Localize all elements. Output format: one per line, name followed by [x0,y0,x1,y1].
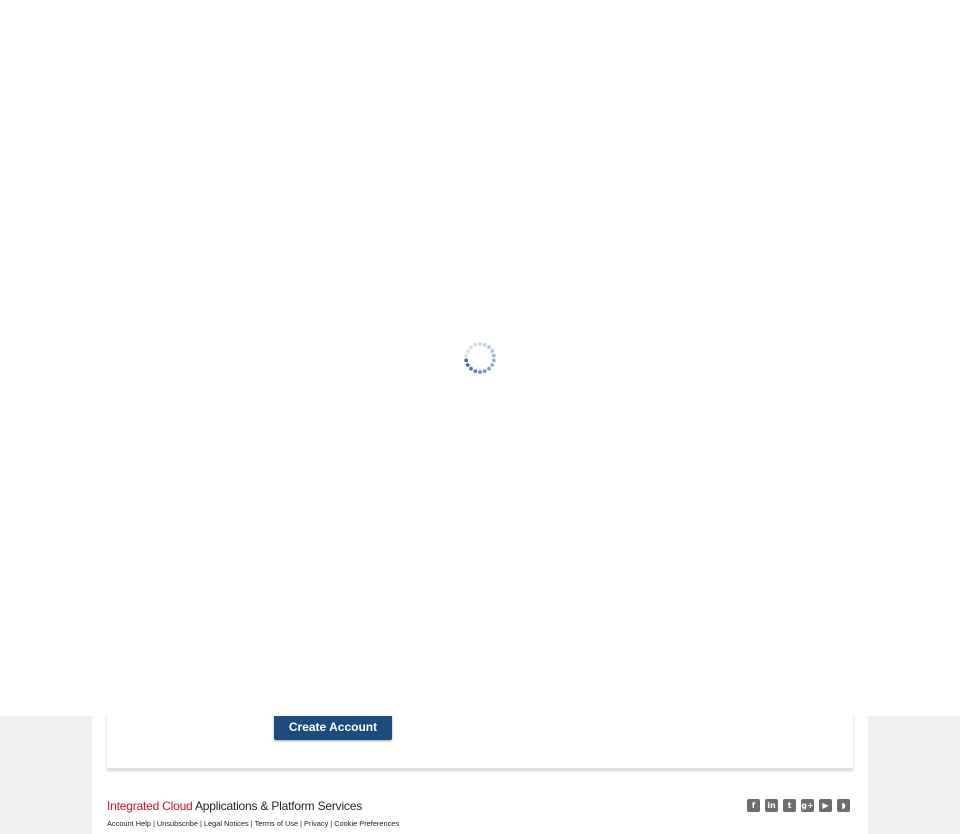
youtube-icon[interactable]: ▶ [819,799,832,812]
unsubscribe-link[interactable]: Unsubscribe [157,819,198,828]
loading-overlay [0,0,960,716]
social-links: f in t g+ ▶ ◗ [747,799,850,812]
page: Create Account Integrated Cloud Applicat… [0,0,960,834]
privacy-link[interactable]: Privacy [304,819,328,828]
link-separator: | [199,819,202,828]
legal-notices-link[interactable]: Legal Notices [204,819,249,828]
link-separator: | [250,819,253,828]
account-help-link[interactable]: Account Help [107,819,151,828]
linkedin-icon[interactable]: in [765,799,778,812]
twitter-icon[interactable]: t [783,799,796,812]
link-separator: | [300,819,303,828]
rss-icon[interactable]: ◗ [837,799,850,812]
footer-brand-rest: Applications & Platform Services [192,799,363,813]
create-account-button[interactable]: Create Account [274,714,392,740]
loading-spinner-icon [464,342,496,374]
terms-of-use-link[interactable]: Terms of Use [255,819,299,828]
link-separator: | [152,819,155,828]
footer-brand: Integrated Cloud Applications & Platform… [107,799,362,813]
cookie-preferences-link[interactable]: Cookie Preferences [334,819,399,828]
footer-brand-accent: Integrated Cloud [107,799,193,813]
google-plus-icon[interactable]: g+ [801,799,814,812]
link-separator: | [330,819,333,828]
facebook-icon[interactable]: f [747,799,760,812]
footer-links: Account Help | Unsubscribe | Legal Notices | T… [107,819,399,828]
